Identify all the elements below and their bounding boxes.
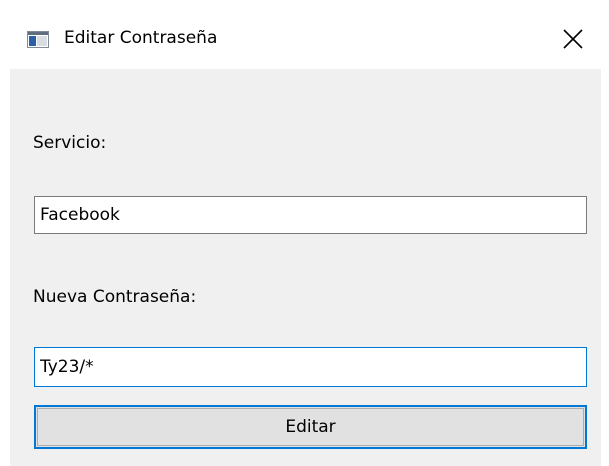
- close-button[interactable]: [556, 24, 590, 56]
- edit-button[interactable]: Editar: [34, 405, 587, 449]
- new-password-input[interactable]: [34, 347, 587, 387]
- service-label: Servicio:: [33, 133, 107, 153]
- app-window-icon: [27, 31, 49, 48]
- service-input[interactable]: [34, 196, 587, 234]
- window-title: Editar Contraseña: [64, 28, 218, 48]
- edit-password-dialog: Editar Contraseña Servicio: Nueva Contra…: [10, 10, 601, 466]
- title-bar[interactable]: Editar Contraseña: [10, 10, 601, 69]
- close-icon: [556, 24, 590, 56]
- edit-button-label: Editar: [37, 408, 584, 446]
- new-password-label: Nueva Contraseña:: [33, 287, 197, 307]
